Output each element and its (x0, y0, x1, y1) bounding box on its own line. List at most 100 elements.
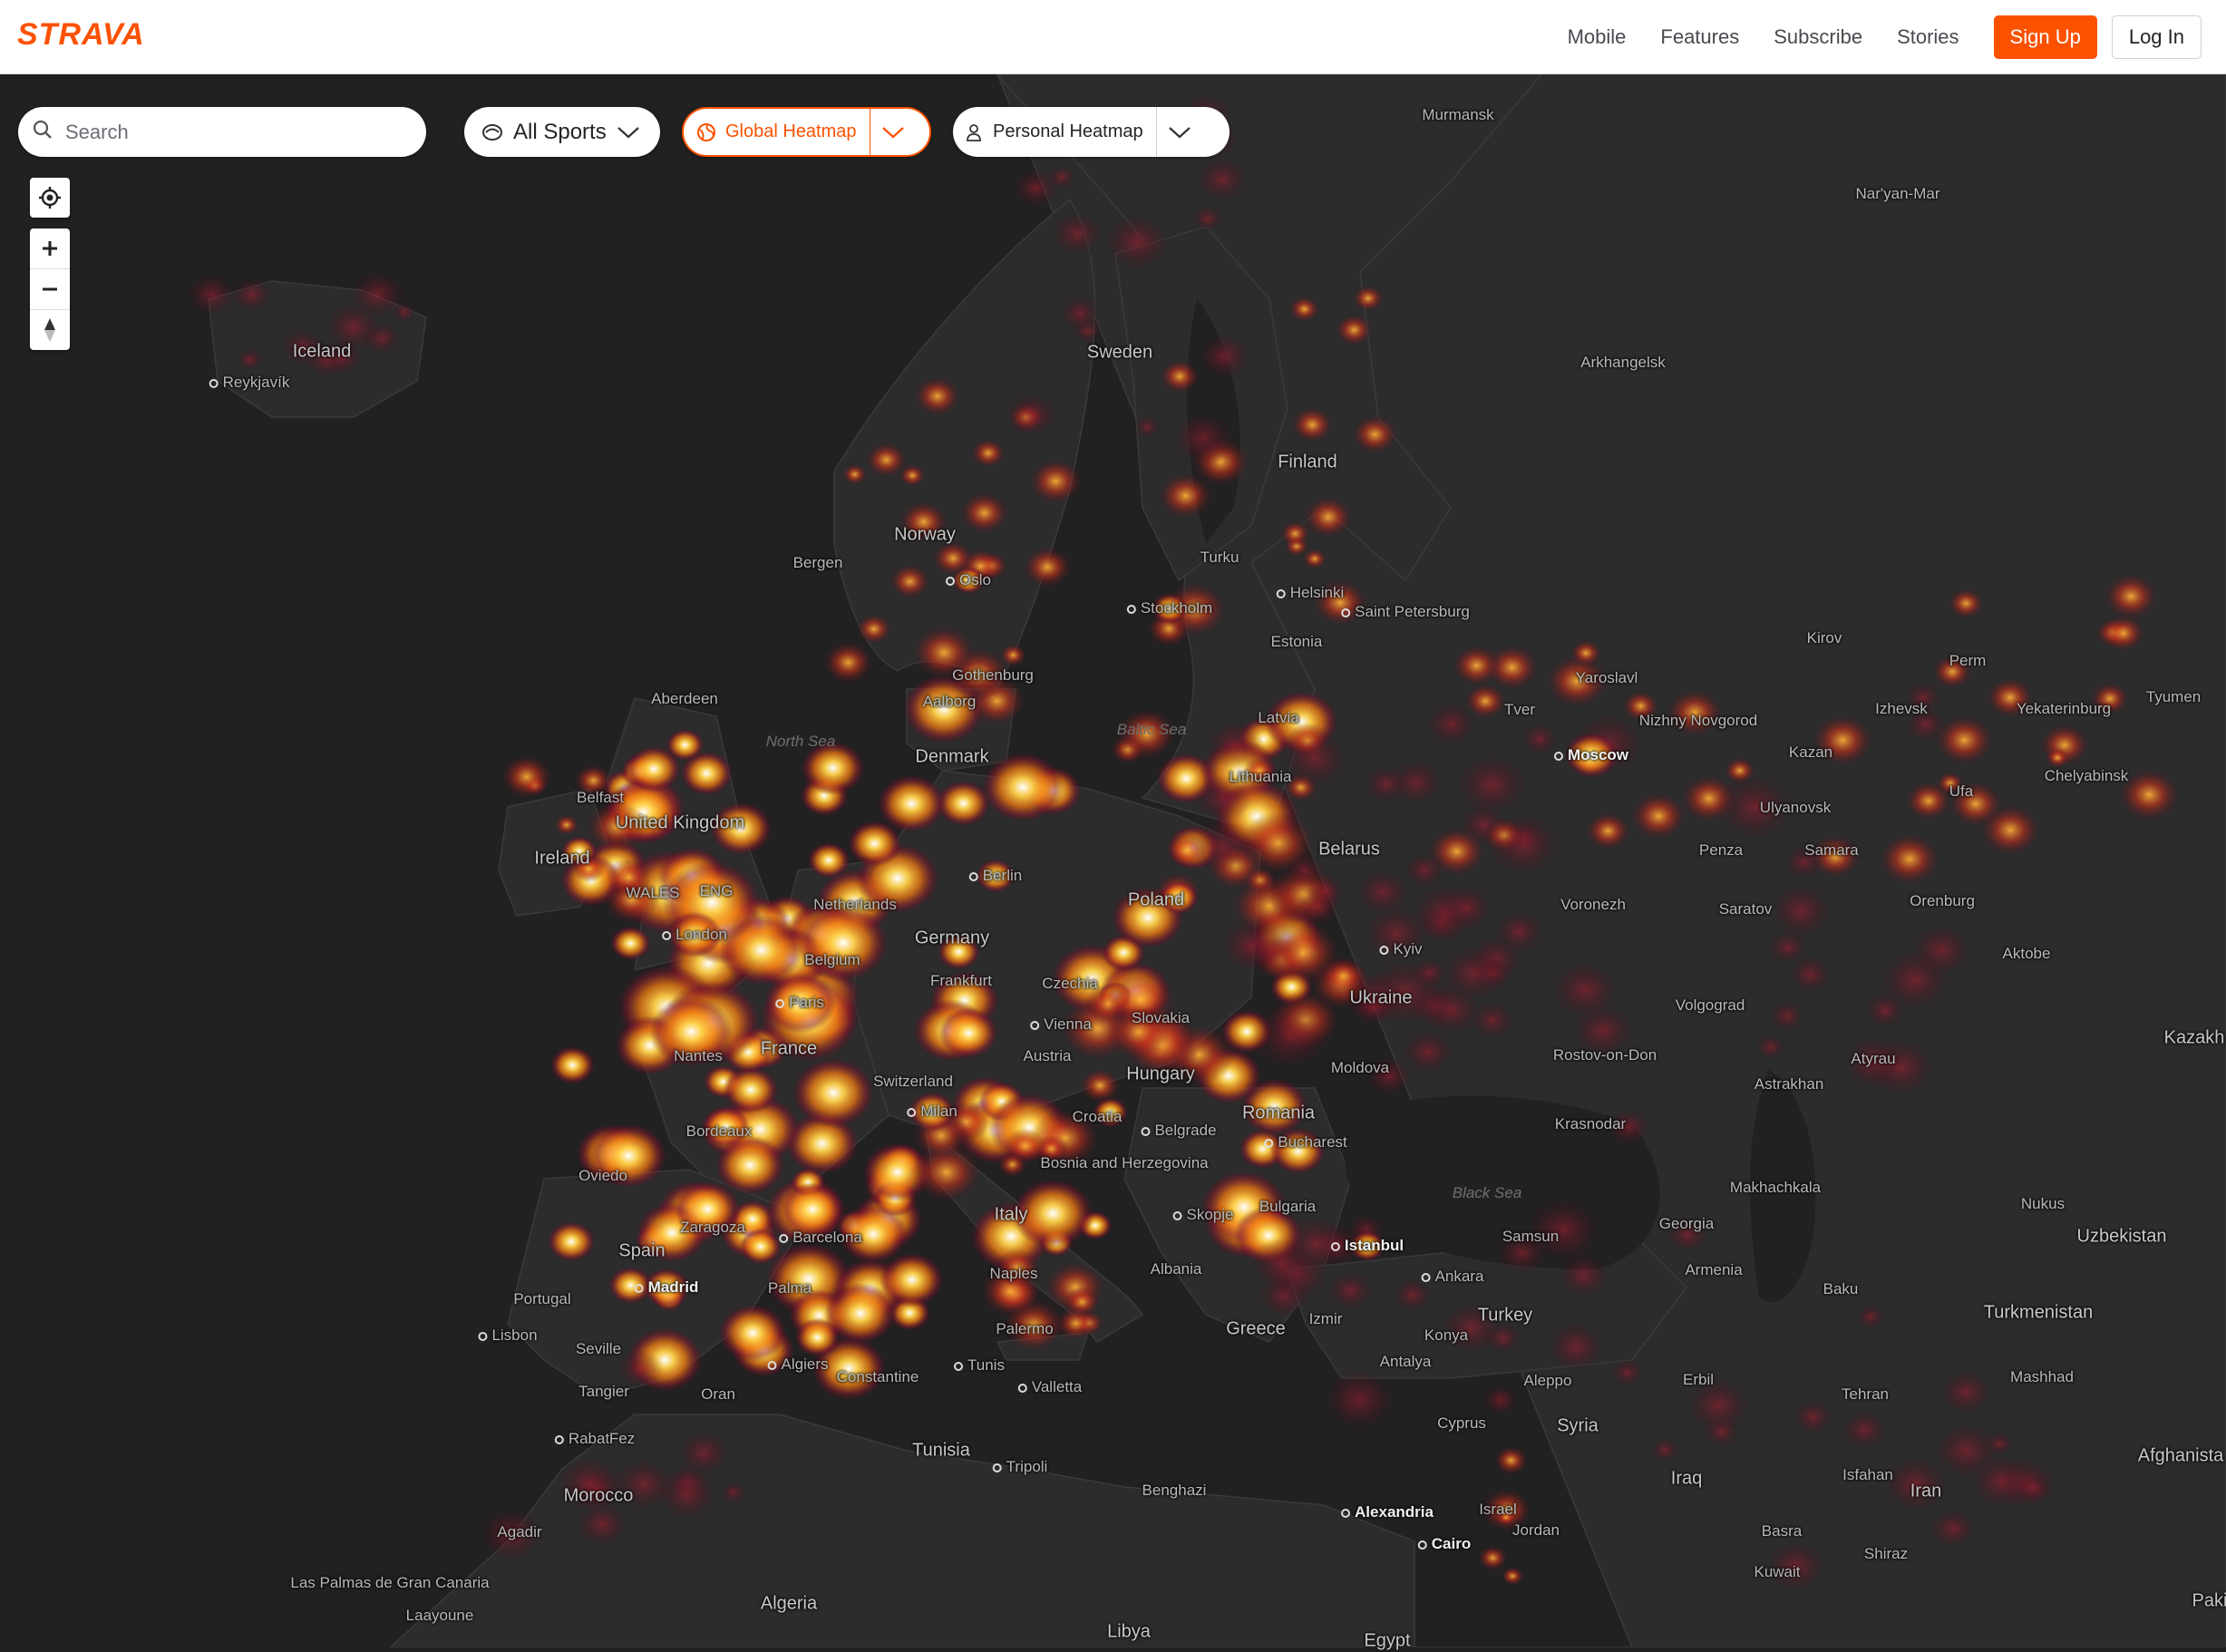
map-label: Iraq (1670, 1468, 1703, 1489)
heat-blob (1335, 314, 1374, 346)
heat-blob (889, 564, 930, 599)
map-label: Samsun (1502, 1228, 1560, 1245)
map-label: Kirov (1806, 629, 1842, 646)
strava-logo[interactable]: STRAVA (17, 17, 145, 53)
map-label: Kyiv (1379, 940, 1422, 958)
heat-blob (1303, 496, 1353, 539)
map-label: Nizhny Novgorod (1638, 712, 1758, 729)
map-label: Saratov (1718, 900, 1773, 918)
map-label: Finland (1278, 452, 1337, 472)
heat-blob (1321, 1367, 1397, 1433)
heat-blob (1352, 285, 1385, 312)
personal-heatmap-options-button[interactable] (1157, 107, 1202, 157)
heat-blob (1455, 753, 1529, 816)
map-label: ENG (699, 882, 734, 899)
map-label: North Sea (765, 733, 836, 750)
heat-blob (1630, 792, 1687, 841)
nav-link-features[interactable]: Features (1660, 25, 1739, 49)
map-label: Nar'yan-Mar (1855, 185, 1940, 202)
map-label: Uzbekistan (2076, 1226, 2167, 1247)
heat-blob (349, 269, 407, 319)
search-bar[interactable] (18, 107, 426, 157)
map-label: Portugal (513, 1290, 571, 1307)
map-label: Morocco (563, 1485, 634, 1506)
heat-blob (1191, 205, 1223, 232)
map-label: Valletta (1018, 1378, 1082, 1396)
map-label: Chelyabinsk (2044, 767, 2129, 784)
map-label: Aberdeen (651, 690, 718, 707)
heat-blob (549, 1045, 596, 1084)
heat-blob (959, 491, 1009, 534)
map-label: Yaroslavl (1575, 669, 1638, 686)
map-label: Belgrade (1141, 1122, 1216, 1140)
heat-blob (1481, 1384, 1520, 1417)
heat-blob (1059, 296, 1102, 331)
heatmap-map[interactable]: Iceland Reykjavík Sweden Finland Norway Berge… (0, 73, 2226, 1651)
nav-link-subscribe[interactable]: Subscribe (1774, 25, 1862, 49)
heat-blob (1493, 1445, 1529, 1475)
heat-blob (1005, 392, 1059, 438)
global-heatmap-button[interactable]: Global Heatmap (684, 109, 870, 155)
locate-button[interactable] (30, 178, 70, 218)
heat-blob (899, 463, 926, 487)
map-label: Kazan (1788, 743, 1833, 761)
heat-blob (1769, 1000, 1805, 1032)
personal-heatmap-toggle[interactable]: Personal Heatmap (953, 107, 1230, 157)
nav-links: Mobile Features Subscribe Stories Sign U… (1568, 0, 2226, 74)
map-canvas[interactable] (0, 73, 2226, 1648)
heat-blob (1023, 546, 1073, 588)
zoom-in-button[interactable] (30, 228, 70, 269)
map-label: Atyrau (1851, 1050, 1896, 1067)
personal-heatmap-button[interactable]: Personal Heatmap (953, 107, 1156, 157)
personal-heatmap-label: Personal Heatmap (993, 121, 1143, 141)
nav-link-stories[interactable]: Stories (1897, 25, 1959, 49)
heat-blob (2104, 573, 2159, 620)
heat-blob (1484, 1322, 1521, 1355)
map-label: Yekaterinburg (2016, 700, 2112, 717)
map-label: Lithuania (1229, 768, 1292, 785)
map-label: Frankfurt (929, 972, 993, 989)
global-heatmap-options-button[interactable] (870, 109, 916, 155)
heat-blob (1249, 1001, 1332, 1071)
map-label: Algeria (760, 1593, 818, 1614)
heat-blob (1050, 211, 1104, 257)
map-label: Krasnodar (1554, 1115, 1627, 1132)
log-in-button[interactable]: Log In (2111, 15, 2202, 59)
map-label: Greece (1226, 1318, 1286, 1339)
map-label: Reykjavík (209, 374, 290, 392)
map-label: Spain (618, 1240, 666, 1261)
map-label: Lisbon (478, 1326, 537, 1345)
nav-link-mobile[interactable]: Mobile (1568, 25, 1627, 49)
heat-blob (1306, 875, 1345, 908)
map-label: Arkhangelsk (1580, 354, 1666, 371)
sign-up-button[interactable]: Sign Up (1993, 15, 2097, 59)
map-label: Ukraine (1349, 987, 1413, 1008)
search-icon (33, 120, 53, 144)
chevron-down-icon (616, 125, 641, 140)
search-input[interactable] (63, 119, 394, 145)
zoom-out-button[interactable] (30, 269, 70, 310)
map-label: Voronezh (1560, 896, 1626, 913)
sport-filter-dropdown[interactable]: All Sports (464, 107, 660, 157)
map-label: Ankara (1422, 1268, 1484, 1286)
map-label: Basra (1761, 1522, 1803, 1540)
user-icon (966, 123, 982, 141)
heat-blob (1441, 946, 1506, 1001)
map-label: Bulgaria (1259, 1198, 1317, 1215)
map-label: Moldova (1330, 1059, 1390, 1076)
global-heatmap-toggle[interactable]: Global Heatmap (682, 107, 931, 157)
map-label: Syria (1557, 1415, 1599, 1436)
map-label: Paki (2192, 1590, 2226, 1611)
map-label: Aktobe (2002, 945, 2051, 962)
map-label: Izmir (1308, 1310, 1343, 1327)
heat-blob (1412, 957, 1448, 988)
map-label: Afghanista (2137, 1445, 2224, 1466)
heat-blob (718, 1303, 787, 1363)
map-label: Netherlands (813, 896, 897, 913)
map-label: Astrakhan (1754, 1075, 1824, 1093)
map-label: Madrid (635, 1278, 699, 1297)
sport-type-icon (481, 122, 504, 142)
heat-blob (1939, 1369, 1993, 1415)
reset-bearing-button[interactable] (30, 310, 70, 350)
heat-blob (914, 376, 961, 416)
